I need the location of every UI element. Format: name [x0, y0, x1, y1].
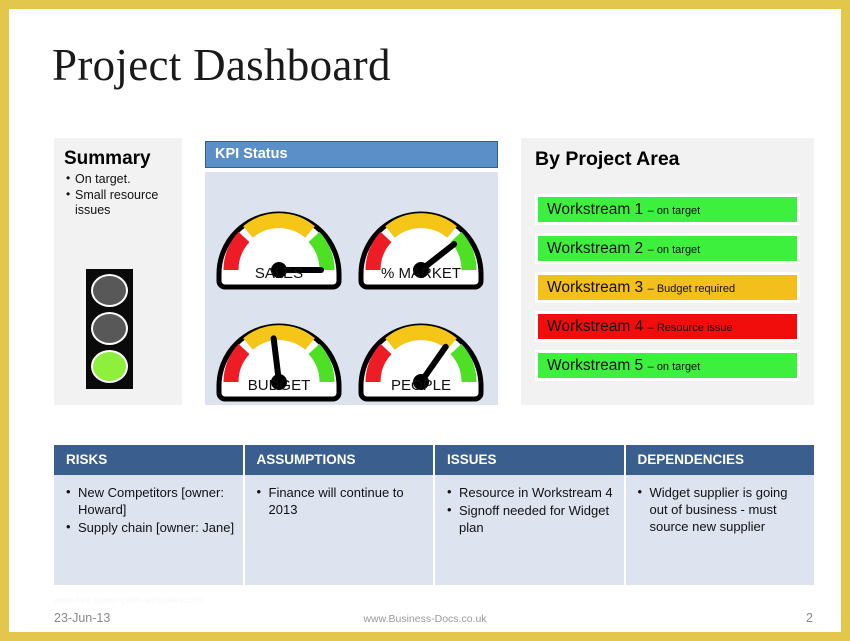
- project-area-heading: By Project Area: [535, 148, 680, 170]
- workstream-name: Workstream 5: [547, 357, 644, 374]
- workstream-name: Workstream 1: [547, 201, 644, 218]
- list-item: Small resource issues: [66, 187, 176, 218]
- workstream-status: – Budget required: [647, 283, 736, 295]
- table-column-dependencies: DEPENDENCIES Widget supplier is going ou…: [625, 445, 814, 585]
- list-item: Widget supplier is going out of business…: [636, 483, 807, 535]
- workstream-bar-3[interactable]: Workstream 3 – Budget required: [538, 275, 797, 300]
- table-column-issues: ISSUES Resource in Workstream 4 Signoff …: [435, 445, 624, 585]
- workstream-status: – on target: [647, 361, 701, 373]
- page-title: Project Dashboard: [52, 40, 391, 90]
- list-item[interactable]: Workstream 3 – Budget required: [535, 272, 800, 303]
- summary-panel: Summary On target. Small resource issues: [54, 138, 182, 405]
- column-header: ISSUES: [435, 445, 624, 475]
- gauge-label: % MARKET: [380, 265, 461, 282]
- workstream-name: Workstream 3: [547, 279, 644, 296]
- workstream-status: – Resource issue: [647, 322, 733, 334]
- list-item: Resource in Workstream 4: [445, 483, 616, 501]
- list-item: Supply chain [owner: Jane]: [64, 518, 235, 536]
- table-row: Finance will continue to 2013: [244, 475, 433, 585]
- table-row: New Competitors [owner: Howard] Supply c…: [54, 475, 243, 585]
- column-header: DEPENDENCIES: [625, 445, 814, 475]
- table-column-risks: RISKS New Competitors [owner: Howard] Su…: [54, 445, 243, 585]
- gauge-people: PEOPLE: [355, 294, 487, 402]
- kpi-status-header: KPI Status: [205, 141, 498, 168]
- workstream-status: – on target: [647, 244, 701, 256]
- kpi-gauge-grid: SALES % MARKET BUDGET PEOPLE: [205, 172, 498, 405]
- table-row: Widget supplier is going out of business…: [625, 475, 814, 585]
- gauge-label: PEOPLE: [390, 377, 452, 394]
- traffic-light-icon: [86, 269, 133, 389]
- traffic-light-green-lamp: [91, 350, 128, 383]
- workstream-status: – on target: [647, 205, 701, 217]
- list-item[interactable]: Workstream 4 – Resource issue: [535, 311, 800, 342]
- workstream-bar-4[interactable]: Workstream 4 – Resource issue: [538, 314, 797, 339]
- watermark: www.free-power-point-templates.com: [54, 595, 203, 605]
- list-item[interactable]: Workstream 2 – on target: [535, 233, 800, 264]
- list-item[interactable]: Workstream 1 – on target: [535, 194, 800, 225]
- summary-heading: Summary: [64, 148, 151, 169]
- workstream-name: Workstream 2: [547, 240, 644, 257]
- gauge-market: % MARKET: [355, 182, 487, 290]
- workstream-bar-2[interactable]: Workstream 2 – on target: [538, 236, 797, 261]
- summary-bullet-list: On target. Small resource issues: [54, 171, 182, 218]
- workstream-name: Workstream 4: [547, 318, 644, 335]
- table-row: Resource in Workstream 4 Signoff needed …: [435, 475, 624, 585]
- list-item: Signoff needed for Widget plan: [445, 501, 616, 536]
- column-header: RISKS: [54, 445, 243, 475]
- slide: Project Dashboard Summary On target. Sma…: [0, 0, 850, 641]
- workstream-bar-5[interactable]: Workstream 5 – on target: [538, 353, 797, 378]
- kpi-status-panel: KPI Status SALES % MARKET BUDGET PEOPLE: [205, 141, 498, 405]
- gauge-label: BUDGET: [247, 377, 311, 394]
- list-item[interactable]: Workstream 5 – on target: [535, 350, 800, 381]
- table-column-assumptions: ASSUMPTIONS Finance will continue to 201…: [244, 445, 433, 585]
- footer-page-number: 2: [806, 611, 813, 625]
- column-header: ASSUMPTIONS: [244, 445, 433, 475]
- gauge-budget: BUDGET: [213, 294, 345, 402]
- raid-table: RISKS New Competitors [owner: Howard] Su…: [54, 445, 814, 585]
- workstream-bar-1[interactable]: Workstream 1 – on target: [538, 197, 797, 222]
- footer-url: www.Business-Docs.co.uk: [363, 613, 487, 625]
- list-item: On target.: [66, 171, 176, 187]
- gauge-label: SALES: [254, 265, 304, 282]
- traffic-light-amber-lamp: [91, 312, 128, 345]
- slide-canvas: Project Dashboard Summary On target. Sma…: [9, 9, 841, 632]
- workstream-list: Workstream 1 – on target Workstream 2 – …: [535, 194, 800, 389]
- project-area-panel: By Project Area Workstream 1 – on target…: [521, 138, 814, 405]
- list-item: New Competitors [owner: Howard]: [64, 483, 235, 518]
- list-item: Finance will continue to 2013: [255, 483, 426, 518]
- traffic-light-red-lamp: [91, 274, 128, 307]
- gauge-sales: SALES: [213, 182, 345, 290]
